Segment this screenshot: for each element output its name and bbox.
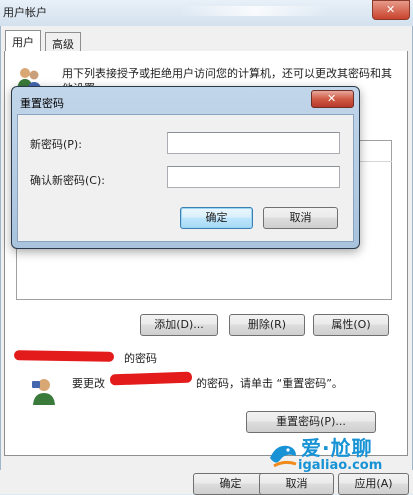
password-section-title: 的密码 [124,352,157,365]
watermark-logo-icon [270,445,297,468]
window-title: 用户帐户 [3,6,47,19]
reset-password-button[interactable]: 重置密码(P)... [246,411,376,433]
dialog-ok-button[interactable]: 确定 [180,207,253,229]
apply-button[interactable]: 应用(A) [338,473,409,495]
add-user-button[interactable]: 添加(D)... [140,314,218,336]
redaction-mark [13,350,115,362]
new-password-label: 新密码(P): [30,138,82,151]
remove-user-button[interactable]: 删除(R) [229,314,305,336]
confirm-password-field[interactable] [167,166,340,188]
user-icon [32,379,55,405]
properties-button[interactable]: 属性(O) [313,314,389,336]
watermark-title: 爱·尬聊 [301,436,373,460]
dialog-cancel-button[interactable]: 取消 [263,207,338,229]
password-text-before: 要更改 [72,377,105,390]
window-close-button[interactable] [372,0,410,20]
cancel-button[interactable]: 取消 [259,473,334,495]
password-text-after: 的密码，请单击 “重置密码”。 [196,377,343,390]
titlebar-glare [180,6,330,16]
new-password-field[interactable] [167,132,340,154]
tab-users[interactable]: 用户 [5,30,41,52]
dialog-title: 重置密码 [20,97,64,110]
dialog-close-button[interactable] [311,90,354,108]
watermark-url: igaliao.com [298,458,383,473]
ok-button[interactable]: 确定 [193,473,268,495]
confirm-password-label: 确认新密码(C): [30,174,105,187]
tab-advanced[interactable]: 高级 [45,32,81,52]
